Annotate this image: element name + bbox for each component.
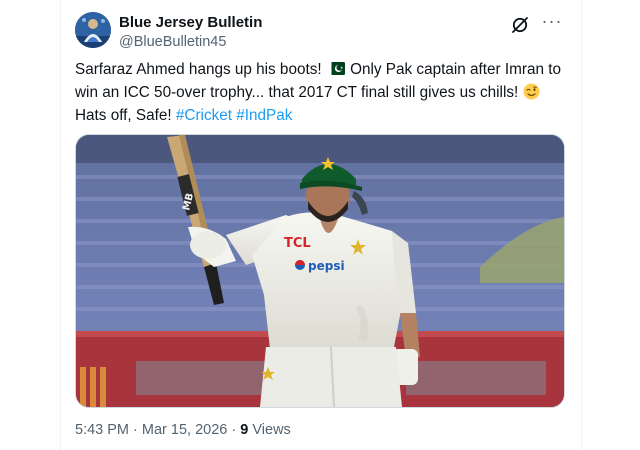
- tweet-time[interactable]: 5:43 PM: [75, 422, 129, 438]
- meta-separator-2: ·: [231, 422, 237, 438]
- author-avatar[interactable]: [75, 12, 111, 48]
- cricketer-photo: MB TCL pepsi: [76, 135, 564, 407]
- tweet-date[interactable]: Mar 15, 2026: [142, 422, 227, 438]
- grok-icon[interactable]: [511, 16, 529, 34]
- meta-separator: ·: [133, 422, 138, 438]
- author-handle[interactable]: @BlueBulletin45: [119, 32, 262, 52]
- avatar-image: [75, 12, 111, 48]
- more-options-icon[interactable]: ···: [541, 12, 563, 34]
- tweet-meta: 5:43 PM · Mar 15, 2026 · 9 Views: [75, 420, 291, 440]
- author-display-name[interactable]: Blue Jersey Bulletin: [119, 14, 262, 32]
- winking-face-emoji: [523, 83, 539, 100]
- hashtag-indpak[interactable]: #IndPak: [236, 107, 292, 124]
- author-names: Blue Jersey Bulletin @BlueBulletin45: [119, 14, 262, 52]
- views-count: 9: [240, 422, 249, 438]
- tweet-card: Blue Jersey Bulletin @BlueBulletin45 ···…: [60, 0, 582, 450]
- views-label: Views: [252, 422, 291, 438]
- jersey-sponsor-2: pepsi: [308, 259, 345, 273]
- hashtag-cricket[interactable]: #Cricket: [176, 107, 232, 124]
- pakistan-flag-emoji: [326, 62, 345, 75]
- tweet-photo[interactable]: MB TCL pepsi: [75, 134, 565, 408]
- tweet-text-part-3: Hats off, Safe!: [75, 107, 176, 124]
- tweet-header: Blue Jersey Bulletin @BlueBulletin45 ···: [75, 12, 567, 52]
- jersey-sponsor-1: TCL: [284, 236, 311, 251]
- tweet-text: Sarfaraz Ahmed hangs up his boots! Only …: [75, 58, 565, 127]
- tweet-text-part-1: Sarfaraz Ahmed hangs up his boots!: [75, 61, 326, 78]
